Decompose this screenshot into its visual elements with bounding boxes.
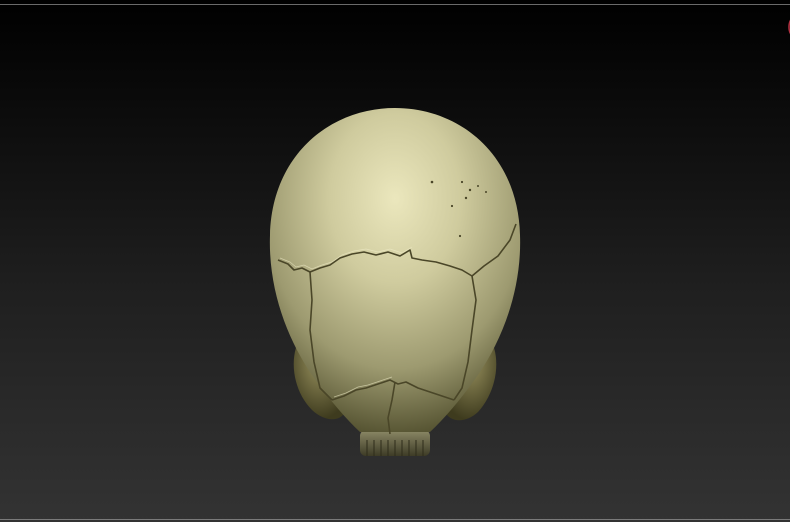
viewport-top-border [0, 4, 790, 5]
3d-viewport[interactable] [0, 0, 790, 522]
viewport-bottom-border [0, 519, 790, 520]
skull-model[interactable] [240, 100, 550, 470]
circle-indicator-icon[interactable] [786, 14, 790, 40]
